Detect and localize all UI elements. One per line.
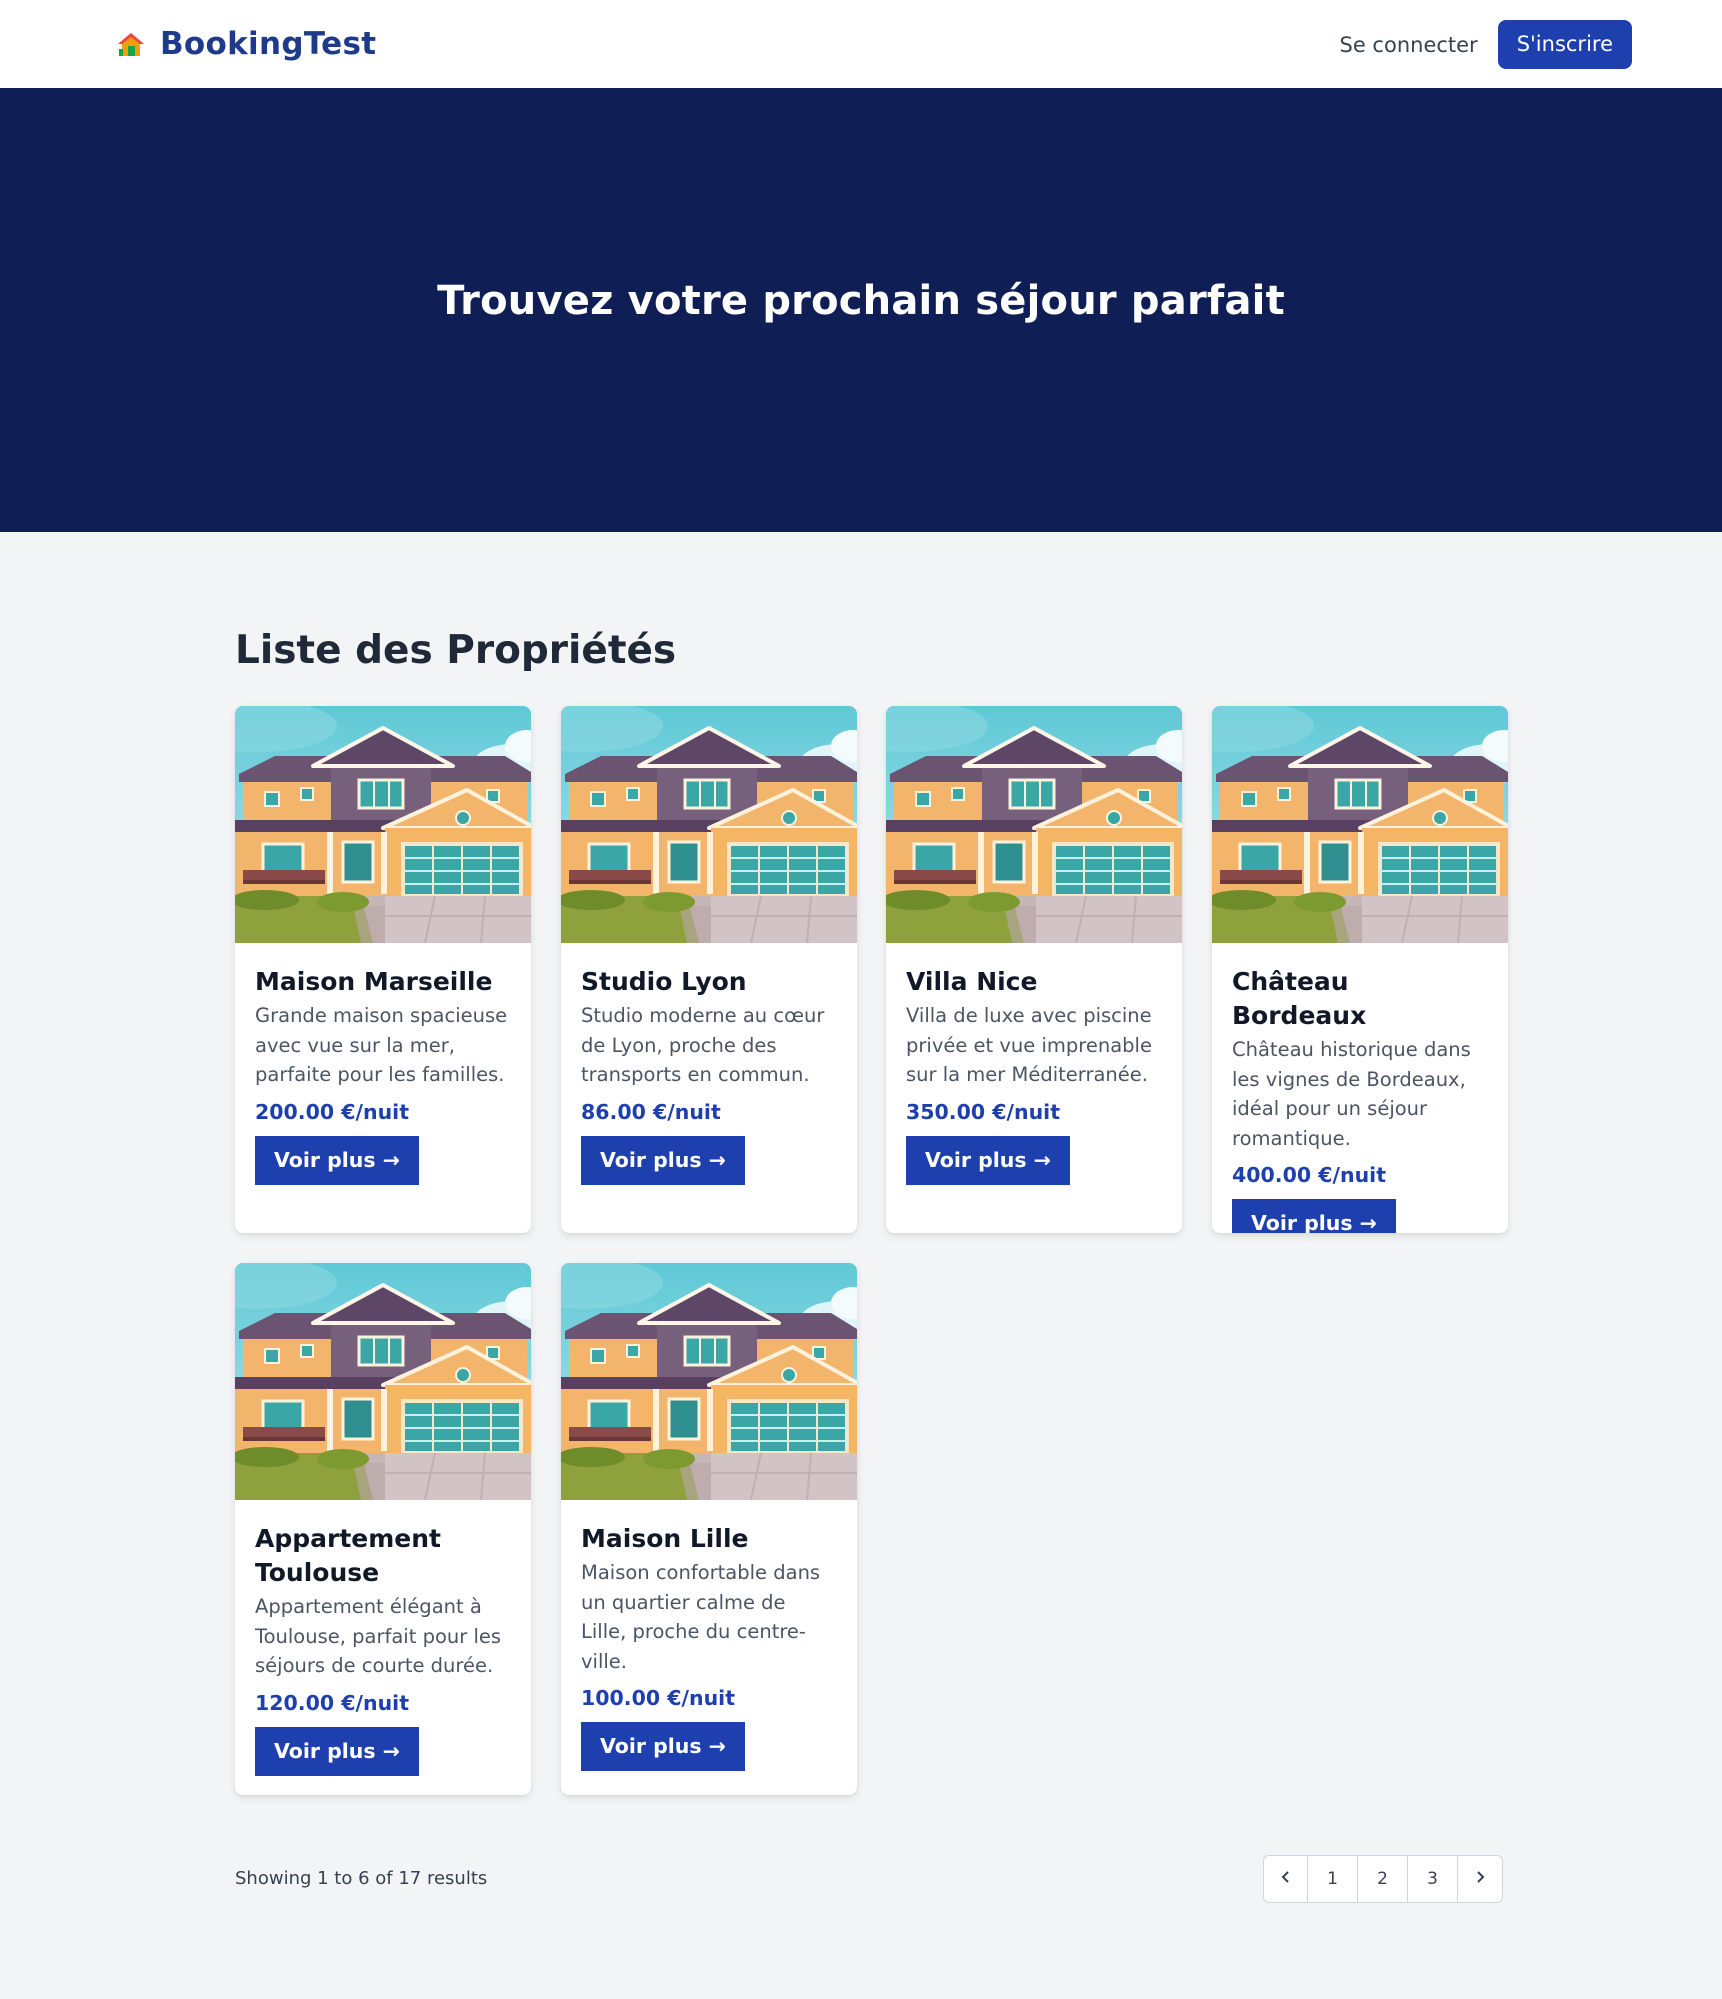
property-card: Villa Nice Villa de luxe avec piscine pr… <box>886 706 1182 1233</box>
hero-title: Trouvez votre prochain séjour parfait <box>437 278 1285 324</box>
property-card: Maison Lille Maison confortable dans un … <box>561 1263 857 1795</box>
property-description: Studio moderne au cœur de Lyon, proche d… <box>581 1004 825 1086</box>
pagination-page-1[interactable]: 1 <box>1308 1856 1358 1902</box>
navbar: BookingTest Se connecter S'inscrire <box>0 0 1722 89</box>
property-name: Villa Nice <box>906 967 1038 996</box>
brand-name: BookingTest <box>160 26 377 62</box>
property-description: Grande maison spacieuse avec vue sur la … <box>255 1004 508 1086</box>
property-image <box>235 706 531 943</box>
pagination-prev-button[interactable] <box>1264 1856 1308 1902</box>
view-more-button[interactable]: Voir plus → <box>581 1135 745 1185</box>
property-image <box>235 1263 531 1500</box>
property-card: Château Bordeaux Château historique dans… <box>1212 706 1508 1233</box>
property-description: Château historique dans les vignes de Bo… <box>1232 1038 1471 1150</box>
property-price: 100.00 €/nuit <box>581 1686 736 1710</box>
property-name: Appartement Toulouse <box>255 1524 441 1587</box>
property-image <box>561 1263 857 1500</box>
view-more-button[interactable]: Voir plus → <box>906 1135 1070 1185</box>
property-image <box>886 706 1182 943</box>
property-name: Château Bordeaux <box>1232 967 1367 1030</box>
pagination-next-button[interactable] <box>1458 1856 1502 1902</box>
house-logo-icon <box>116 29 146 59</box>
property-price: 350.00 €/nuit <box>906 1099 1061 1124</box>
pagination-page-2[interactable]: 2 <box>1358 1856 1408 1902</box>
property-image <box>561 706 857 943</box>
section-title: Liste des Propriétés <box>235 628 677 673</box>
property-image <box>1212 706 1508 943</box>
property-price: 400.00 €/nuit <box>1232 1163 1387 1187</box>
pagination: 1 2 3 <box>1263 1855 1503 1903</box>
property-name: Maison Marseille <box>255 967 493 996</box>
view-more-button[interactable]: Voir plus → <box>255 1726 419 1776</box>
chevron-left-icon <box>1280 1869 1292 1889</box>
brand[interactable]: BookingTest <box>116 22 376 66</box>
view-more-button[interactable]: Voir plus → <box>581 1722 745 1771</box>
property-price: 200.00 €/nuit <box>255 1099 410 1124</box>
property-name: Studio Lyon <box>581 967 747 996</box>
signup-button[interactable]: S'inscrire <box>1497 20 1632 69</box>
view-more-button[interactable]: Voir plus → <box>1232 1199 1396 1233</box>
view-more-button[interactable]: Voir plus → <box>255 1135 419 1185</box>
property-card: Studio Lyon Studio moderne au cœur de Ly… <box>561 706 857 1233</box>
results-summary: Showing 1 to 6 of 17 results <box>235 1868 488 1889</box>
pagination-page-3[interactable]: 3 <box>1408 1856 1458 1902</box>
property-description: Maison confortable dans un quartier calm… <box>581 1561 821 1673</box>
property-card: Maison Marseille Grande maison spacieuse… <box>235 706 531 1233</box>
property-description: Appartement élégant à Toulouse, parfait … <box>255 1595 502 1677</box>
property-price: 120.00 €/nuit <box>255 1690 410 1715</box>
nav-actions: Se connecter S'inscrire <box>1340 20 1632 69</box>
login-link[interactable]: Se connecter <box>1340 33 1478 57</box>
property-card: Appartement Toulouse Appartement élégant… <box>235 1263 531 1795</box>
hero-banner: Trouvez votre prochain séjour parfait <box>0 88 1722 532</box>
property-price: 86.00 €/nuit <box>581 1099 721 1124</box>
property-name: Maison Lille <box>581 1524 749 1553</box>
chevron-right-icon <box>1474 1869 1486 1889</box>
property-description: Villa de luxe avec piscine privée et vue… <box>906 1004 1152 1086</box>
